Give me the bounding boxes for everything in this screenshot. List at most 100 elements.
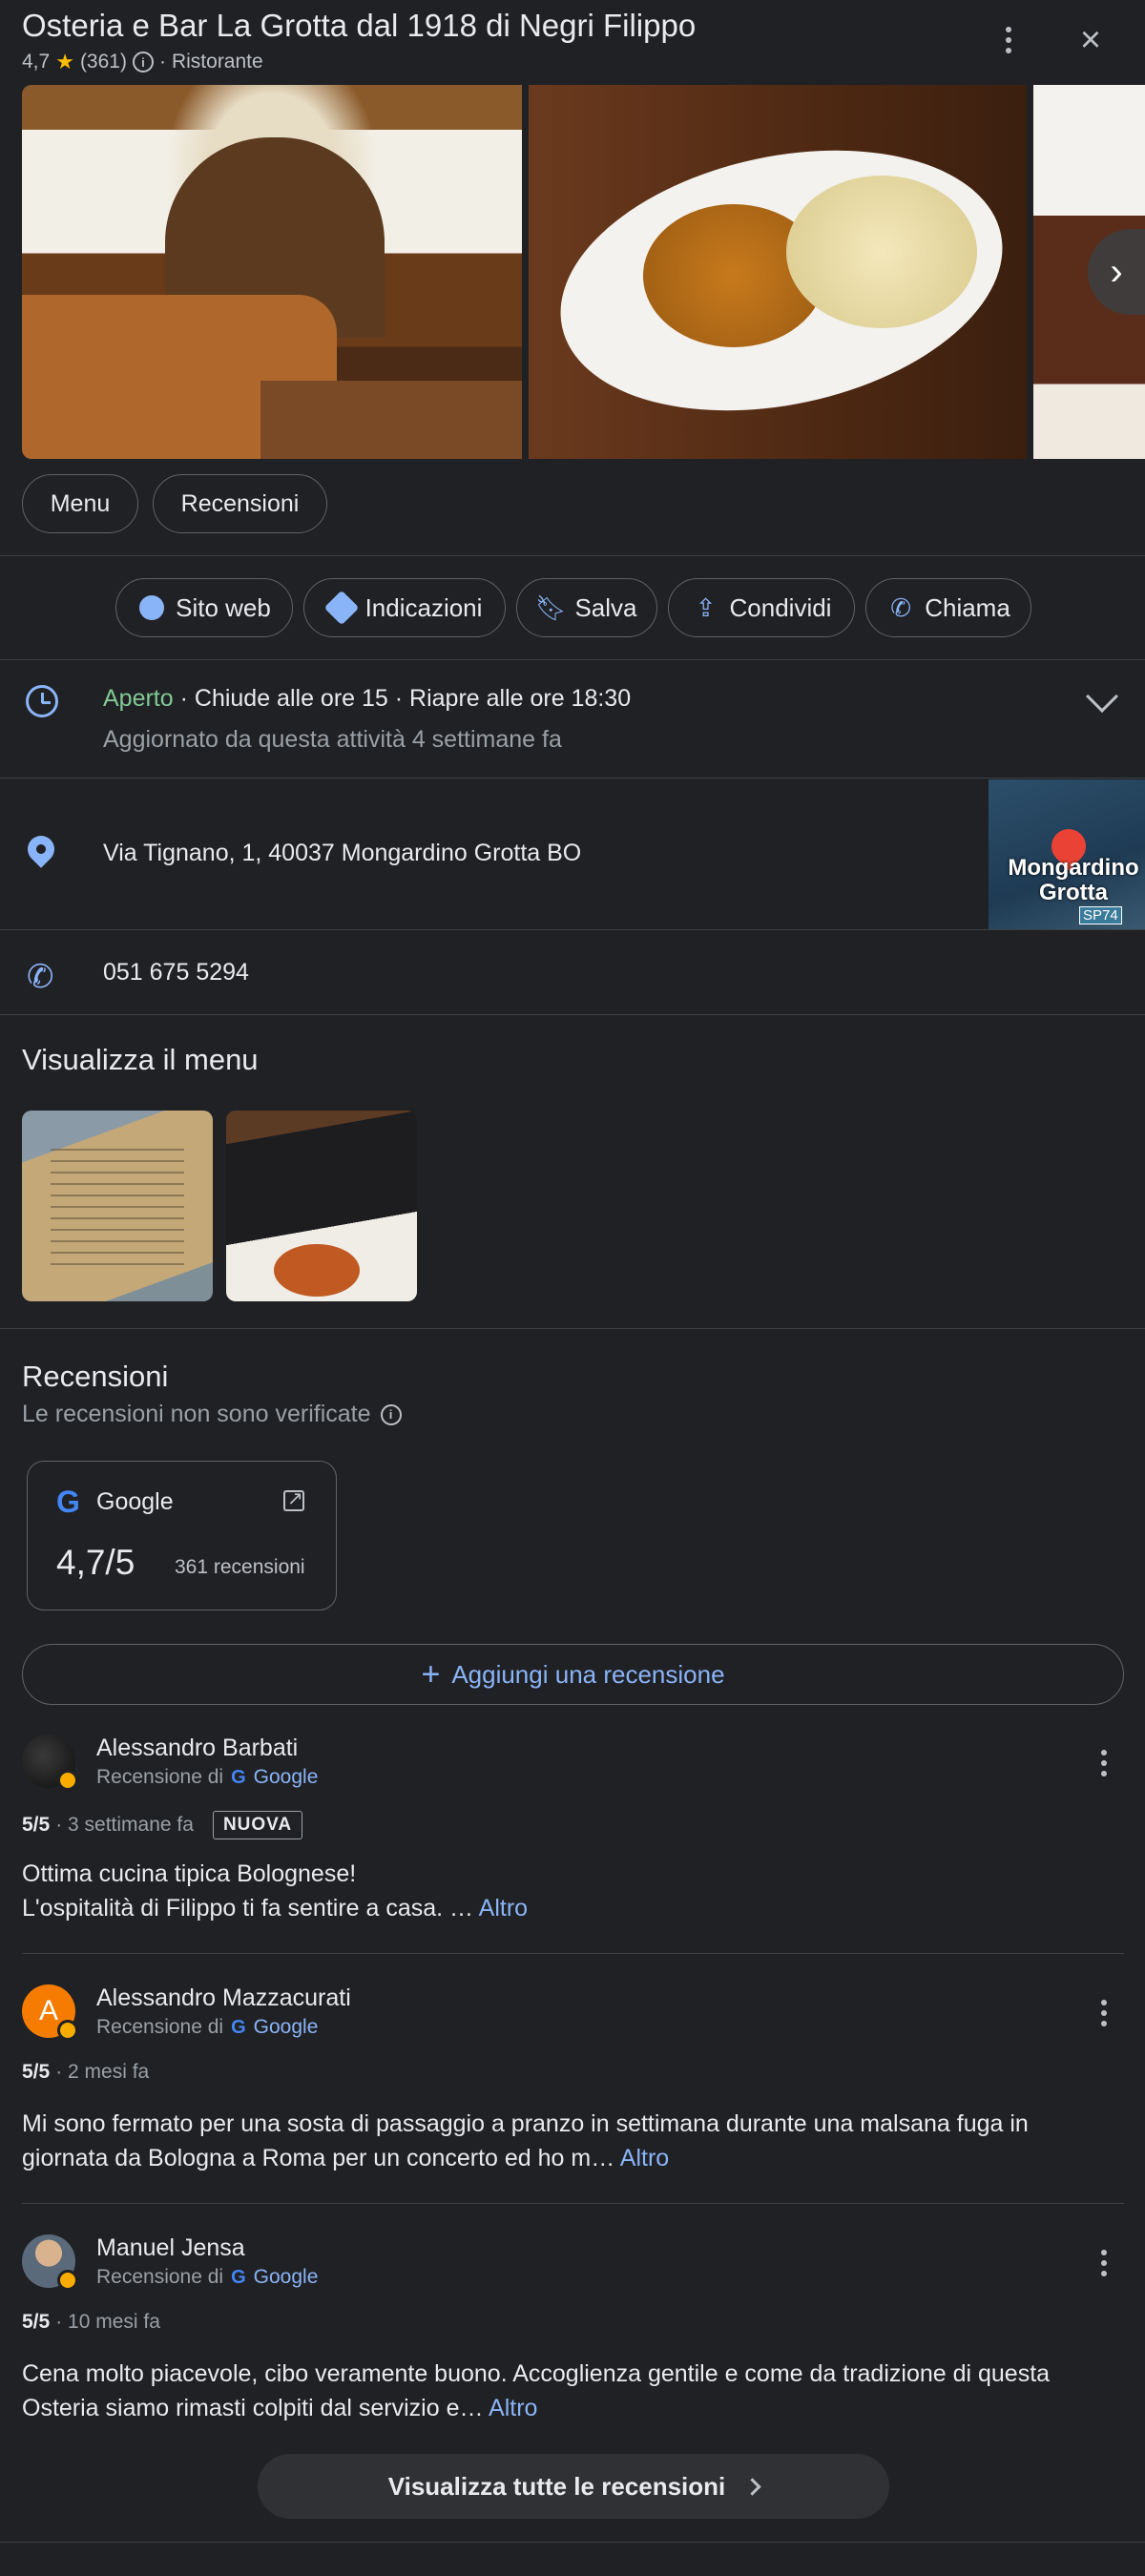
avatar[interactable]: A <box>22 1984 78 2041</box>
phone-icon: ✆ <box>890 592 912 622</box>
avatar[interactable] <box>22 1735 78 1791</box>
review-source: Recensione di G Google <box>96 2016 318 2039</box>
review-source-label: Recensione di <box>96 2266 224 2288</box>
map-label: Mongardino Grotta <box>1008 855 1139 905</box>
website-button[interactable]: Sito web <box>115 578 293 637</box>
google-logo-icon: G <box>56 1485 80 1519</box>
hours-updated: Aggiornato da questa attività 4 settiman… <box>103 726 562 753</box>
review-body: Ottima cucina tipica Bolognese! L'ospita… <box>22 1860 474 1922</box>
menu-photo[interactable] <box>226 1111 417 1301</box>
menu-photo[interactable] <box>22 1111 213 1301</box>
new-badge: NUOVA <box>212 1811 303 1839</box>
review-source-name[interactable]: Google <box>254 2016 319 2039</box>
review-meta: 5/5 · 10 mesi fa <box>22 2311 160 2334</box>
divider <box>22 1953 1124 1954</box>
google-logo-icon: G <box>231 1766 246 1788</box>
review-source-label: Recensione di <box>96 2016 224 2038</box>
google-rating-card[interactable]: G Google 4,7/5 361 recensioni <box>27 1461 337 1610</box>
source-name: Google <box>96 1488 174 1515</box>
globe-icon <box>137 593 166 622</box>
mini-map[interactable]: Mongardino Grotta SP74 <box>989 779 1145 929</box>
review-options-icon[interactable] <box>1093 1994 1115 2032</box>
review-date: · 10 mesi fa <box>55 2311 160 2333</box>
divider <box>0 2542 1145 2543</box>
directions-label: Indicazioni <box>364 592 483 622</box>
reviews-section-title: Recensioni <box>22 1360 169 1393</box>
share-button[interactable]: ⇪ Condividi <box>668 578 855 637</box>
menu-section-title: Visualizza il menu <box>22 1043 259 1076</box>
info-icon[interactable]: i <box>132 52 154 73</box>
review-options-icon[interactable] <box>1093 2244 1115 2282</box>
google-logo-icon: G <box>231 2266 246 2288</box>
review-author[interactable]: Manuel Jensa <box>96 2234 245 2262</box>
location-pin-icon <box>22 830 60 868</box>
review-date: · 2 mesi fa <box>55 2061 150 2083</box>
divider <box>22 2203 1124 2204</box>
info-icon[interactable]: i <box>380 1403 402 1425</box>
divider <box>0 778 1145 779</box>
rating-value: 4,7 <box>22 51 51 73</box>
phone-number[interactable]: 051 675 5294 <box>103 959 249 987</box>
google-logo-icon: G <box>231 2016 246 2038</box>
reviews-disclaimer: Le recensioni non sono verificate i <box>22 1401 402 1428</box>
review-text: Ottima cucina tipica Bolognese! L'ospita… <box>22 1857 1100 1925</box>
tab-reviews[interactable]: Recensioni <box>153 474 327 533</box>
review-source: Recensione di G Google <box>96 1766 318 1789</box>
review-options-icon[interactable] <box>1093 1744 1115 1782</box>
save-label: Salva <box>574 592 637 622</box>
more-options-icon[interactable] <box>997 21 1020 59</box>
chevron-right-icon <box>743 2477 761 2496</box>
review-text: Mi sono fermato per una sosta di passagg… <box>22 2107 1100 2175</box>
share-label: Condividi <box>729 592 832 622</box>
review-score: 5/5 <box>22 2061 51 2083</box>
review-author[interactable]: Alessandro Mazzacurati <box>96 1984 351 2012</box>
review-author[interactable]: Alessandro Barbati <box>96 1735 298 1762</box>
phone-icon: ✆ <box>27 959 54 995</box>
review-text: Cena molto piacevole, cibo veramente buo… <box>22 2357 1100 2425</box>
review-source-name[interactable]: Google <box>254 1766 319 1789</box>
more-link[interactable]: Altro <box>620 2145 669 2171</box>
chevron-right-icon: › <box>1110 250 1123 293</box>
place-title: Osteria e Bar La Grotta dal 1918 di Negr… <box>22 8 697 43</box>
divider <box>0 659 1145 660</box>
divider <box>0 555 1145 556</box>
hours-detail: · Chiude alle ore 15 · Riapre alle ore 1… <box>173 685 632 712</box>
hours-row[interactable]: Aperto · Chiude alle ore 15 · Riapre all… <box>103 685 631 713</box>
more-link[interactable]: Altro <box>489 2395 537 2421</box>
tab-menu[interactable]: Menu <box>22 474 138 533</box>
local-guide-badge-icon <box>57 1770 78 1791</box>
see-all-reviews-button[interactable]: Visualizza tutte le recensioni <box>258 2454 889 2519</box>
share-icon: ⇪ <box>695 592 717 622</box>
save-button[interactable]: 🔖︎ Salva <box>516 578 657 637</box>
divider <box>0 1014 1145 1015</box>
avatar[interactable] <box>22 2234 78 2291</box>
bookmark-icon: 🔖︎ <box>534 592 567 622</box>
divider <box>0 1328 1145 1329</box>
review-score: 5/5 <box>22 2311 51 2333</box>
star-icon: ★ <box>55 50 74 73</box>
review-source-label: Recensione di <box>96 1766 224 1788</box>
photo-interior[interactable] <box>22 85 522 459</box>
photo-pasta[interactable] <box>529 85 1027 459</box>
close-icon[interactable]: × <box>1073 21 1108 59</box>
address[interactable]: Via Tignano, 1, 40037 Mongardino Grotta … <box>103 840 581 867</box>
source-rating: 4,7/5 <box>56 1543 135 1582</box>
see-all-reviews-label: Visualizza tutte le recensioni <box>387 2471 726 2501</box>
reviews-disclaimer-text: Le recensioni non sono verificate <box>22 1401 371 1427</box>
open-external-icon[interactable] <box>283 1486 304 1511</box>
category: Ristorante <box>171 51 263 73</box>
review-source-name[interactable]: Google <box>254 2266 319 2289</box>
add-review-button[interactable]: + Aggiungi una recensione <box>22 1644 1124 1705</box>
chevron-down-icon[interactable] <box>1086 680 1118 713</box>
divider <box>0 929 1145 930</box>
review-source: Recensione di G Google <box>96 2266 318 2289</box>
review-score: 5/5 <box>22 1814 51 1836</box>
avatar-letter: A <box>38 1995 58 2026</box>
review-date: · 3 settimane fa <box>55 1814 194 1836</box>
open-status: Aperto <box>103 685 174 712</box>
more-link[interactable]: Altro <box>479 1895 528 1922</box>
plus-icon: + <box>421 1656 441 1693</box>
call-button[interactable]: ✆ Chiama <box>865 578 1031 637</box>
directions-button[interactable]: Indicazioni <box>303 578 506 637</box>
review-count[interactable]: (361) <box>80 51 127 73</box>
